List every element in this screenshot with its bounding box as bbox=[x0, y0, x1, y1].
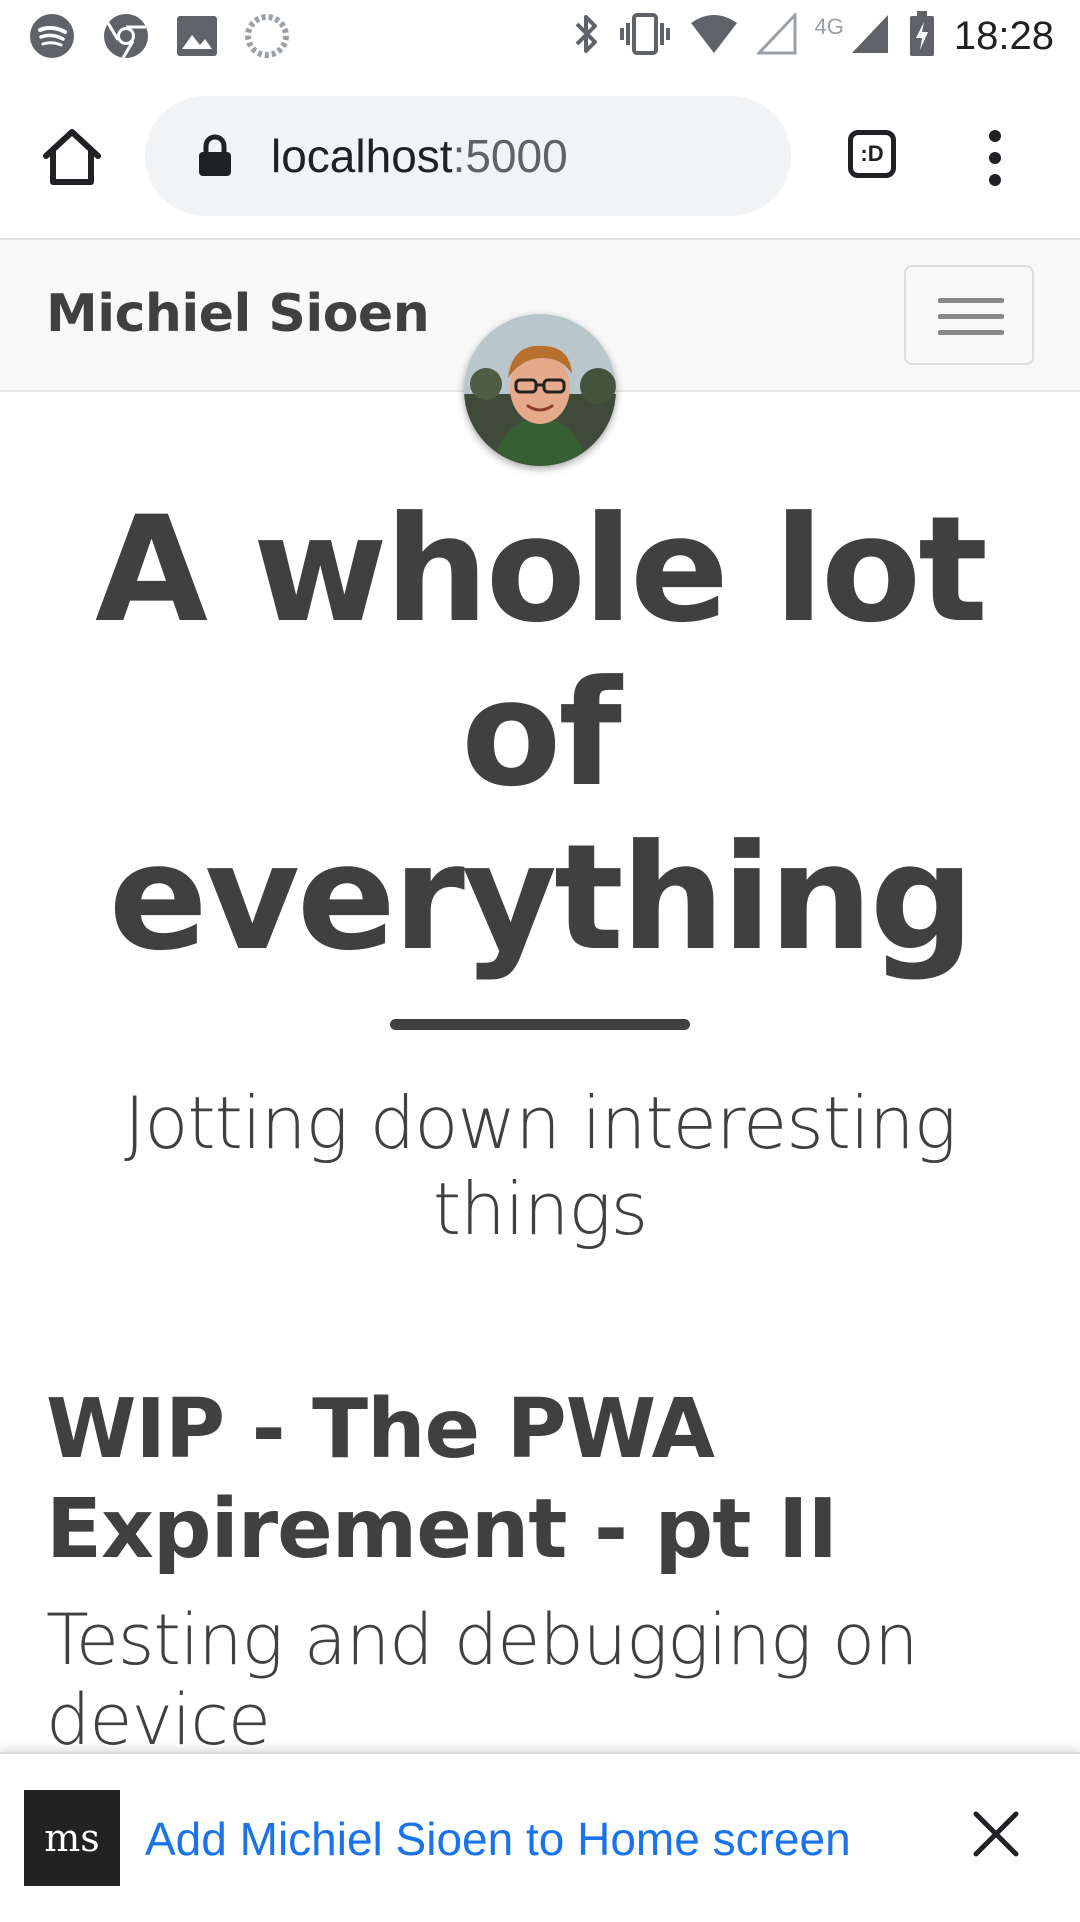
more-menu-button[interactable] bbox=[975, 128, 1015, 188]
url-port: :5000 bbox=[452, 130, 568, 182]
add-to-home-banner: ms Add Michiel Sioen to Home screen bbox=[0, 1752, 1080, 1922]
hamburger-icon bbox=[938, 298, 1004, 303]
bluetooth-icon bbox=[571, 11, 601, 61]
lock-icon bbox=[197, 134, 233, 182]
close-banner-button[interactable] bbox=[970, 1808, 1022, 1860]
avatar bbox=[464, 314, 616, 466]
close-icon bbox=[973, 1811, 1019, 1857]
tab-switcher-button[interactable]: :D bbox=[846, 128, 904, 186]
battery-charging-icon bbox=[908, 10, 936, 62]
app-icon: ms bbox=[24, 1790, 120, 1886]
network-type-label: 4G bbox=[814, 14, 844, 39]
post-subtitle: Testing and debugging on device bbox=[46, 1599, 918, 1761]
wifi-icon bbox=[689, 13, 739, 59]
gallery-icon bbox=[176, 15, 218, 61]
hero-divider bbox=[390, 1019, 690, 1030]
site-brand-link[interactable]: Michiel Sioen bbox=[46, 284, 430, 344]
url-text: localhost:5000 bbox=[271, 126, 568, 186]
clock: 18:28 bbox=[953, 13, 1054, 58]
tab-switcher-label: :D bbox=[848, 130, 896, 178]
signal-icon bbox=[850, 13, 890, 59]
address-bar[interactable]: localhost:5000 bbox=[145, 96, 791, 216]
vibrate-icon bbox=[619, 11, 671, 61]
url-host: localhost bbox=[271, 130, 453, 182]
menu-toggle-button[interactable] bbox=[904, 265, 1034, 365]
chrome-icon bbox=[102, 12, 150, 64]
more-vert-icon bbox=[989, 130, 1001, 186]
signal-empty-icon bbox=[755, 11, 797, 59]
home-button[interactable] bbox=[38, 124, 106, 192]
status-bar: 4G 18:28 bbox=[0, 0, 1080, 72]
post-title-link[interactable]: WIP - The PWA Expirement - pt II bbox=[46, 1380, 1036, 1580]
loading-icon bbox=[244, 13, 290, 63]
hero-title: A whole lot of everything bbox=[95, 485, 988, 983]
hero-subtitle: Jotting down interesting things bbox=[124, 1081, 957, 1251]
browser-toolbar: localhost:5000 :D bbox=[0, 72, 1080, 240]
add-to-home-link[interactable]: Add Michiel Sioen to Home screen bbox=[145, 1812, 851, 1866]
home-icon bbox=[43, 129, 101, 185]
spotify-icon bbox=[28, 12, 76, 64]
